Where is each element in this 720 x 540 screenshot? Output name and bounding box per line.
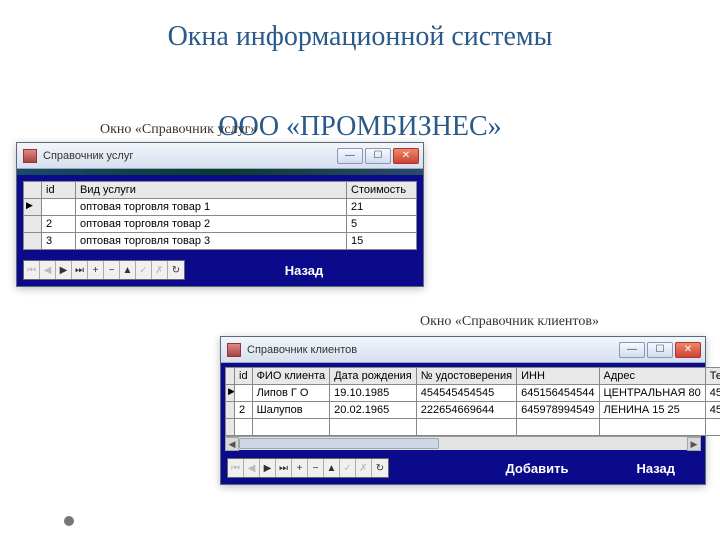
table-header-row: id Вид услуги Стоимость <box>24 182 417 199</box>
db-navigator: ⏮ ◀ ▶ ⏭ + − ▲ ✓ ✗ ↻ <box>23 260 185 280</box>
minimize-button[interactable]: — <box>619 342 645 358</box>
scroll-right-icon[interactable]: ▶ <box>687 437 701 451</box>
clients-table[interactable]: id ФИО клиента Дата рождения № удостовер… <box>225 367 720 436</box>
col-type[interactable]: Вид услуги <box>76 182 347 199</box>
nav-add-icon[interactable]: + <box>292 459 308 477</box>
services-table[interactable]: id Вид услуги Стоимость оптовая торговля… <box>23 181 417 250</box>
nav-cancel-icon[interactable]: ✗ <box>152 261 168 279</box>
services-body: id Вид услуги Стоимость оптовая торговля… <box>17 175 423 256</box>
nav-post-icon[interactable]: ✓ <box>340 459 356 477</box>
row-indicator-icon <box>226 385 235 402</box>
app-icon <box>23 149 37 163</box>
nav-last-icon[interactable]: ⏭ <box>276 459 292 477</box>
nav-prev-icon[interactable]: ◀ <box>40 261 56 279</box>
window-services: Справочник услуг — ☐ ✕ id Вид услуги Сто… <box>16 142 424 287</box>
window-title: Справочник услуг <box>43 150 337 162</box>
decorative-dot <box>64 516 74 526</box>
minimize-button[interactable]: — <box>337 148 363 164</box>
back-button[interactable]: Назад <box>259 261 349 280</box>
scroll-left-icon[interactable]: ◀ <box>225 437 239 451</box>
col-dob[interactable]: Дата рождения <box>330 368 417 385</box>
db-navigator: ⏮ ◀ ▶ ⏭ + − ▲ ✓ ✗ ↻ <box>227 458 389 478</box>
nav-delete-icon[interactable]: − <box>104 261 120 279</box>
window-clients: Справочник клиентов — ☐ ✕ id ФИО клиента… <box>220 336 706 485</box>
col-phone[interactable]: Телефон <box>705 368 720 385</box>
row-indicator-icon <box>24 233 42 250</box>
heading-line-2: ООО «ПРОМБИЗНЕС» <box>218 111 501 142</box>
services-footer: ⏮ ◀ ▶ ⏭ + − ▲ ✓ ✗ ↻ Назад <box>17 256 423 286</box>
col-fio[interactable]: ФИО клиента <box>252 368 330 385</box>
col-cost[interactable]: Стоимость <box>347 182 417 199</box>
maximize-button[interactable]: ☐ <box>365 148 391 164</box>
scroll-thumb[interactable] <box>239 438 439 449</box>
heading-line-1: Окна информационной системы <box>168 21 553 52</box>
table-row[interactable]: Липов Г О 19.10.1985 454545454545 645156… <box>226 385 720 402</box>
close-button[interactable]: ✕ <box>393 148 419 164</box>
horizontal-scrollbar[interactable]: ◀ ▶ <box>225 436 701 450</box>
caption-clients: Окно «Справочник клиентов» <box>420 314 599 330</box>
nav-next-icon[interactable]: ▶ <box>260 459 276 477</box>
nav-add-icon[interactable]: + <box>88 261 104 279</box>
nav-first-icon[interactable]: ⏮ <box>24 261 40 279</box>
window-title: Справочник клиентов <box>247 344 619 356</box>
nav-prev-icon[interactable]: ◀ <box>244 459 260 477</box>
col-cert[interactable]: № удостоверения <box>416 368 516 385</box>
row-indicator-icon <box>24 216 42 233</box>
clients-body: id ФИО клиента Дата рождения № удостовер… <box>221 363 705 454</box>
nav-refresh-icon[interactable]: ↻ <box>168 261 184 279</box>
table-row[interactable]: оптовая торговля товар 1 21 <box>24 199 417 216</box>
row-indicator-icon <box>24 199 42 216</box>
nav-cancel-icon[interactable]: ✗ <box>356 459 372 477</box>
nav-first-icon[interactable]: ⏮ <box>228 459 244 477</box>
app-icon <box>227 343 241 357</box>
row-indicator-icon <box>226 402 235 419</box>
close-button[interactable]: ✕ <box>675 342 701 358</box>
clients-footer: ⏮ ◀ ▶ ⏭ + − ▲ ✓ ✗ ↻ Добавить Назад <box>221 454 705 484</box>
table-row[interactable] <box>226 419 720 436</box>
table-header-row: id ФИО клиента Дата рождения № удостовер… <box>226 368 720 385</box>
table-row[interactable]: 3 оптовая торговля товар 3 15 <box>24 233 417 250</box>
table-row[interactable]: 2 Шалупов 20.02.1965 222654669644 645978… <box>226 402 720 419</box>
add-button[interactable]: Добавить <box>497 459 576 478</box>
nav-edit-icon[interactable]: ▲ <box>324 459 340 477</box>
nav-delete-icon[interactable]: − <box>308 459 324 477</box>
nav-refresh-icon[interactable]: ↻ <box>372 459 388 477</box>
caption-services: Окно «Справочник услуг» <box>100 122 257 138</box>
nav-edit-icon[interactable]: ▲ <box>120 261 136 279</box>
col-id[interactable]: id <box>235 368 253 385</box>
titlebar-clients[interactable]: Справочник клиентов — ☐ ✕ <box>221 337 705 363</box>
col-id[interactable]: id <box>42 182 76 199</box>
nav-next-icon[interactable]: ▶ <box>56 261 72 279</box>
back-button[interactable]: Назад <box>628 459 683 478</box>
col-inn[interactable]: ИНН <box>517 368 599 385</box>
nav-post-icon[interactable]: ✓ <box>136 261 152 279</box>
maximize-button[interactable]: ☐ <box>647 342 673 358</box>
table-row[interactable]: 2 оптовая торговля товар 2 5 <box>24 216 417 233</box>
titlebar-services[interactable]: Справочник услуг — ☐ ✕ <box>17 143 423 169</box>
nav-last-icon[interactable]: ⏭ <box>72 261 88 279</box>
col-addr[interactable]: Адрес <box>599 368 705 385</box>
